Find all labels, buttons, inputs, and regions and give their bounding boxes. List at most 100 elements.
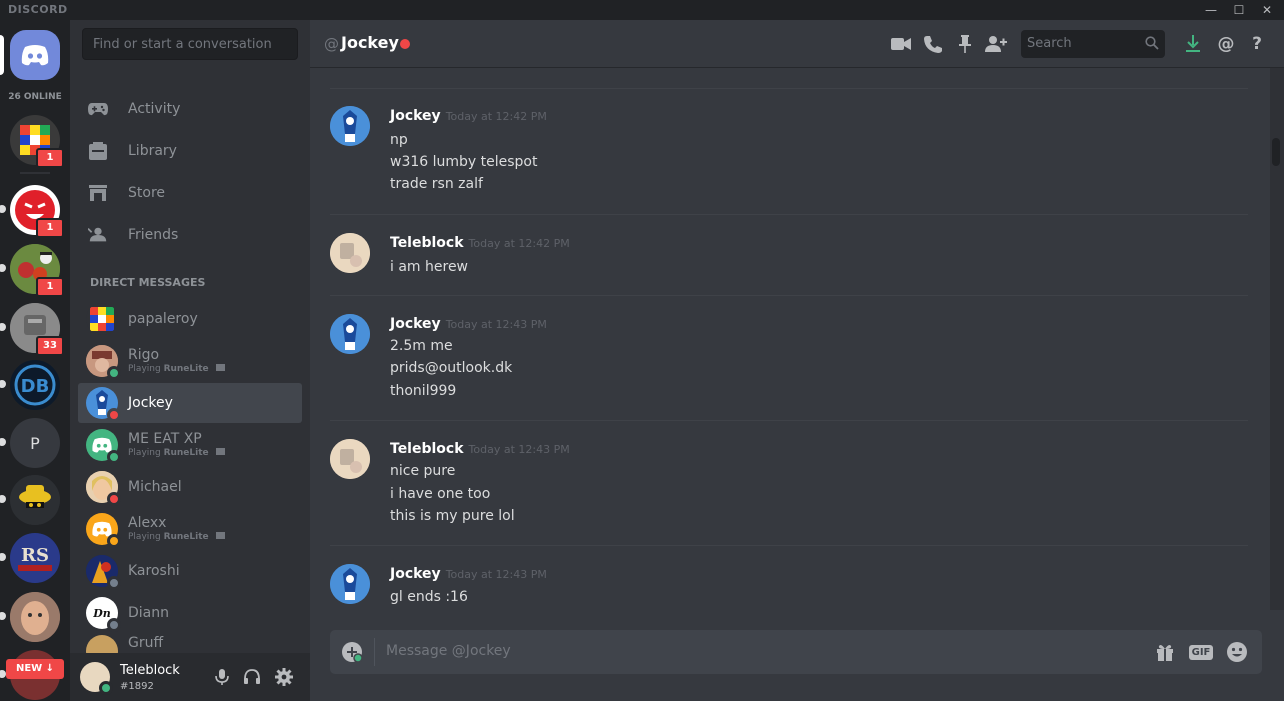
message-text: i have one too (390, 486, 491, 502)
dm-item-diann[interactable]: Dn Diann (78, 593, 302, 633)
avatar[interactable] (330, 314, 370, 354)
headphones-icon[interactable] (242, 667, 262, 687)
avatar (86, 555, 121, 590)
unread-indicator (0, 380, 6, 388)
status-dnd-indicator (107, 408, 121, 422)
new-unreads-button[interactable]: NEW ↓ (6, 659, 64, 679)
dm-item-karoshi[interactable]: Karoshi (78, 551, 302, 591)
message-scrollbar[interactable] (1270, 68, 1284, 610)
maximize-button[interactable]: ☐ (1228, 0, 1250, 20)
mentions-icon[interactable]: @ (1215, 33, 1237, 55)
message-author[interactable]: Jockey Today at 12:43 PM (390, 566, 547, 582)
dm-item-michael[interactable]: Michael (78, 467, 302, 507)
server-db[interactable]: DB (0, 360, 60, 410)
guild-separator (20, 172, 50, 174)
help-icon[interactable]: ? (1246, 33, 1268, 55)
close-button[interactable]: ✕ (1256, 0, 1278, 20)
status-offline-indicator (107, 576, 121, 590)
app-brand: DISCORD (8, 3, 68, 16)
avatar[interactable] (80, 662, 113, 695)
server-rs[interactable]: RS (0, 533, 60, 583)
dm-item-alexx[interactable]: Alexx Playing RuneLite (78, 509, 302, 549)
message-text: 2.5m me (390, 338, 453, 354)
activity-game: RuneLite (163, 532, 209, 542)
nav-library[interactable]: Library (78, 131, 302, 171)
direct-messages-header: DIRECT MESSAGES (90, 276, 206, 289)
server-face[interactable] (0, 592, 60, 642)
add-friend-icon[interactable] (985, 33, 1007, 55)
unread-indicator (0, 553, 6, 561)
dm-item-jockey[interactable]: Jockey (78, 383, 302, 423)
message-input[interactable]: Message @Jockey (386, 643, 511, 659)
upload-plus-icon[interactable] (342, 642, 363, 663)
settings-gear-icon[interactable] (274, 667, 294, 687)
user-discriminator: #1892 (120, 681, 154, 692)
download-icon[interactable] (1182, 33, 1204, 55)
status-online-indicator (107, 450, 121, 464)
server-red-face[interactable]: 1 (0, 185, 64, 238)
nav-friends[interactable]: Friends (78, 215, 302, 255)
nav-label: Friends (128, 227, 179, 243)
runescape-logo-icon: RS (10, 533, 60, 583)
message-timestamp: Today at 12:43 PM (445, 568, 547, 581)
activity-prefix: Playing (128, 364, 164, 374)
message-timestamp: Today at 12:43 PM (468, 443, 570, 456)
message-text: nice pure (390, 463, 456, 479)
message-author[interactable]: Jockey Today at 12:43 PM (390, 316, 547, 332)
avatar[interactable] (330, 439, 370, 479)
video-call-icon[interactable] (890, 33, 912, 55)
microphone-icon[interactable] (212, 667, 232, 687)
dm-item-rigo[interactable]: Rigo Playing RuneLite (78, 341, 302, 381)
nav-label: Activity (128, 101, 181, 117)
scrollbar-thumb[interactable] (1272, 138, 1280, 166)
title-bar: DISCORD — ☐ ✕ (0, 0, 1284, 20)
message-text: w316 lumby telespot (390, 154, 538, 170)
avatar[interactable] (330, 106, 370, 146)
unread-indicator (0, 438, 6, 446)
server-p[interactable]: P (0, 418, 60, 468)
server-grey[interactable]: 33 (0, 303, 64, 356)
gift-icon[interactable] (1154, 641, 1176, 663)
mention-badge: 33 (36, 336, 64, 356)
pin-icon[interactable] (954, 33, 976, 55)
gamepad-icon (88, 99, 108, 119)
p-server-label: P (10, 418, 60, 468)
message-list: Jockey Today at 12:42 PM np w316 lumby te… (310, 68, 1270, 610)
dm-item-me-eat-xp[interactable]: ME EAT XP Playing RuneLite (78, 425, 302, 465)
minimize-button[interactable]: — (1200, 0, 1222, 20)
dm-name: Diann (128, 605, 169, 621)
nav-store[interactable]: Store (78, 173, 302, 213)
unread-indicator (0, 612, 6, 620)
message-author[interactable]: Teleblock Today at 12:43 PM (390, 441, 570, 457)
find-conversation-input[interactable]: Find or start a conversation (82, 28, 298, 60)
message-author[interactable]: Teleblock Today at 12:42 PM (390, 235, 570, 251)
message-author[interactable]: Jockey Today at 12:42 PM (390, 108, 547, 124)
author-name: Teleblock (390, 441, 464, 457)
rich-presence-icon (215, 364, 225, 371)
message-text: prids@outlook.dk (390, 360, 513, 376)
rich-presence-icon (215, 532, 225, 539)
activity-prefix: Playing (128, 532, 164, 542)
avatar[interactable] (330, 564, 370, 604)
status-idle-indicator (107, 534, 121, 548)
message-group: Jockey Today at 12:43 PM gl ends :16 (330, 545, 1248, 610)
status-dnd-indicator (400, 39, 410, 49)
chat-area: @ Jockey Search @ ? Jockey Today at 12:42… (310, 20, 1284, 701)
emoji-icon[interactable] (1226, 641, 1248, 663)
nav-activity[interactable]: Activity (78, 89, 302, 129)
server-rubiks[interactable]: 1 (10, 115, 64, 168)
message-text: thonil999 (390, 383, 457, 399)
activity-status: Playing RuneLite (128, 531, 225, 543)
search-input[interactable]: Search (1021, 30, 1165, 58)
voice-call-icon[interactable] (922, 33, 944, 55)
home-button[interactable] (0, 30, 60, 80)
dm-item-gruff[interactable]: Gruff (78, 635, 302, 653)
avatar[interactable] (330, 233, 370, 273)
message-composer[interactable]: Message @Jockey GIF (330, 630, 1262, 674)
server-pirate[interactable]: 1 (0, 244, 64, 297)
gif-button[interactable]: GIF (1188, 641, 1214, 663)
dm-item-papaleroy[interactable]: papaleroy (78, 299, 302, 339)
server-hat[interactable] (0, 475, 60, 525)
status-offline-indicator (107, 618, 121, 632)
server-list: 26 ONLINE 1 1 1 33 DB P RS NEW ↓ (0, 20, 70, 701)
